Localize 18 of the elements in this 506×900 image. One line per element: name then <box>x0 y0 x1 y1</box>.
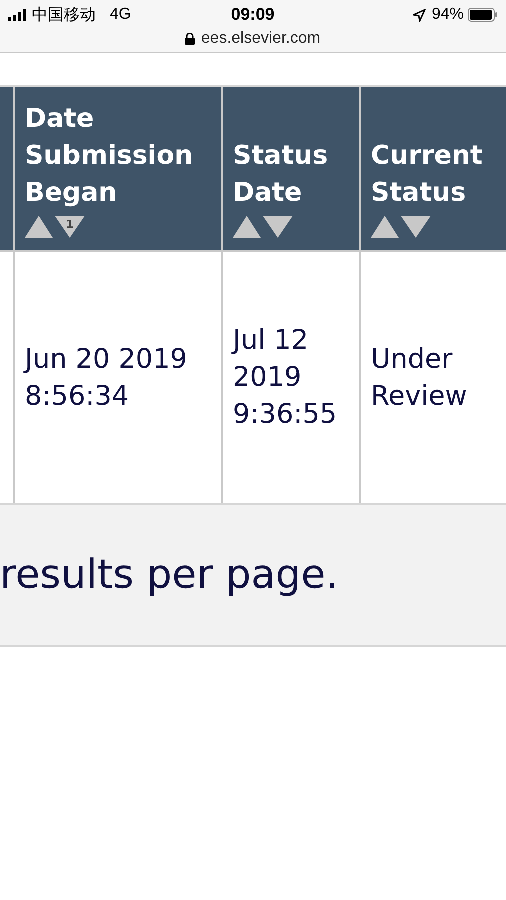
battery-icon <box>468 8 498 22</box>
results-per-page-text: results per page. <box>0 552 338 598</box>
table-cell-text: Under Review <box>371 342 468 414</box>
column-header[interactable]: Status Date <box>223 87 359 250</box>
column-header[interactable]: Date Submission Began 1 <box>15 87 221 250</box>
network-type: 4G <box>110 6 132 24</box>
carrier-name: 中国移动 <box>32 6 96 26</box>
sort-arrows-icon[interactable] <box>371 214 433 240</box>
table-cell-text: Jun 20 2019 8:56:34 <box>25 342 188 414</box>
clock: 09:09 <box>231 5 275 25</box>
battery-percent: 94% <box>432 6 464 24</box>
url-text[interactable]: ees.elsevier.com <box>201 30 321 48</box>
sort-arrows-icon[interactable] <box>233 214 295 240</box>
table-cell-text: Jul 12 2019 9:36:55 <box>233 324 338 432</box>
location-arrow-icon <box>412 8 426 22</box>
lock-icon <box>185 33 196 45</box>
signal-icon <box>8 9 28 21</box>
column-header[interactable]: Current Status <box>361 87 506 250</box>
